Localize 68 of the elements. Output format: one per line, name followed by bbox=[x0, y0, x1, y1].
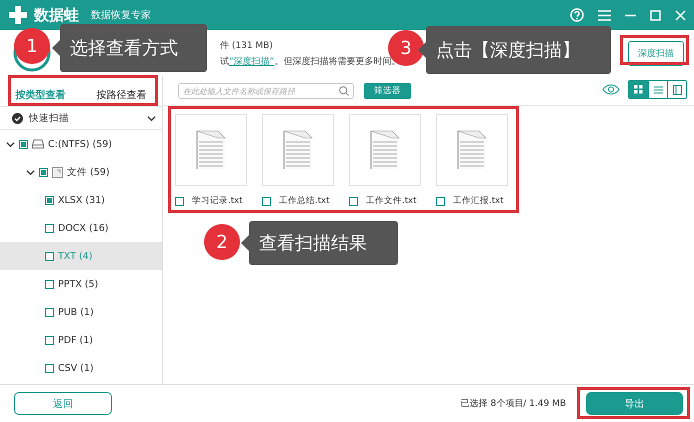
chevron-icon[interactable] bbox=[6, 140, 15, 148]
callout-tooltip: 选择查看方式 bbox=[60, 24, 207, 72]
scan-size-text: 件 (131 MB) bbox=[220, 40, 274, 52]
tree-item-label[interactable]: C:(NTFS) (59) bbox=[48, 138, 112, 150]
deep-scan-link[interactable]: “深度扫描” bbox=[229, 56, 274, 66]
tree-item-label[interactable]: PPTX (5) bbox=[58, 278, 98, 290]
panel-icon bbox=[672, 84, 682, 94]
checkbox[interactable] bbox=[45, 308, 54, 316]
checkbox[interactable] bbox=[45, 252, 54, 260]
callout-tooltip: 查看扫描结果 bbox=[249, 221, 398, 265]
view-toggle[interactable] bbox=[629, 81, 648, 98]
checkbox[interactable] bbox=[39, 168, 48, 176]
callout-pointer bbox=[418, 42, 426, 58]
search-field[interactable]: 在此处输入文件名称或保存路径 bbox=[178, 83, 354, 99]
selection-summary: 已选择 8个项目/ 1.49 MB bbox=[460, 398, 566, 410]
checkbox[interactable] bbox=[436, 196, 445, 206]
chevron-icon[interactable] bbox=[147, 114, 156, 122]
close-icon[interactable] bbox=[675, 10, 686, 20]
tree-item-label[interactable]: PDF (1) bbox=[58, 334, 93, 346]
view-tab[interactable]: 按路径查看 bbox=[96, 88, 146, 102]
text-file-icon bbox=[283, 130, 313, 170]
checkbox[interactable] bbox=[45, 224, 54, 232]
checkbox[interactable] bbox=[45, 364, 54, 372]
checkbox[interactable] bbox=[45, 280, 54, 288]
text-file-icon bbox=[370, 130, 400, 170]
grid-icon bbox=[634, 85, 643, 94]
file-name: 工作总结.txt bbox=[279, 195, 330, 207]
checkbox[interactable] bbox=[262, 196, 271, 206]
file-name: 工作文件.txt bbox=[366, 195, 416, 207]
drive-icon bbox=[32, 139, 44, 149]
list-icon bbox=[654, 86, 662, 94]
step-badge: 1 bbox=[14, 28, 50, 64]
view-toggle[interactable] bbox=[667, 81, 686, 98]
callout-pointer bbox=[241, 235, 249, 251]
tree-item-label[interactable]: CSV (1) bbox=[58, 362, 94, 374]
checkbox[interactable] bbox=[19, 140, 28, 148]
text-file-icon bbox=[457, 130, 487, 170]
cross-logo-icon bbox=[8, 5, 28, 25]
search-icon[interactable] bbox=[339, 86, 349, 96]
step-badge: 2 bbox=[204, 224, 240, 260]
maximize-icon[interactable] bbox=[650, 10, 661, 20]
file-thumbnail[interactable] bbox=[436, 114, 508, 186]
file-thumbnail[interactable] bbox=[262, 114, 334, 186]
callout-pointer bbox=[52, 40, 60, 56]
text-file-icon bbox=[196, 130, 226, 170]
tree-item-label[interactable]: XLSX (31) bbox=[58, 194, 105, 206]
help-icon[interactable] bbox=[570, 8, 584, 22]
checkbox[interactable] bbox=[175, 196, 184, 206]
app-name: 数据蛙 bbox=[34, 6, 79, 24]
highlight-frame bbox=[620, 35, 689, 65]
tree-item-label[interactable]: DOCX (16) bbox=[58, 222, 108, 234]
document-icon bbox=[52, 166, 63, 178]
callout-tooltip: 点击【深度扫描】 bbox=[426, 26, 611, 74]
chevron-icon[interactable] bbox=[26, 168, 35, 176]
minimize-icon[interactable] bbox=[625, 14, 636, 16]
checkbox[interactable] bbox=[45, 336, 54, 344]
checkbox[interactable] bbox=[45, 196, 54, 204]
file-name: 学习记录.txt bbox=[192, 195, 242, 207]
tree-item-label[interactable]: 文件 (59) bbox=[67, 166, 110, 178]
scan-mode-label: 快速扫描 bbox=[29, 112, 69, 124]
eye-icon[interactable] bbox=[602, 84, 620, 95]
tree-item-label[interactable]: PUB (1) bbox=[58, 306, 94, 318]
menu-icon[interactable] bbox=[598, 10, 611, 20]
file-name: 工作汇报.txt bbox=[453, 195, 504, 207]
file-thumbnail[interactable] bbox=[175, 114, 247, 186]
file-thumbnail[interactable] bbox=[349, 114, 421, 186]
checkbox[interactable] bbox=[349, 196, 358, 206]
app-subtitle: 数据恢复专家 bbox=[91, 8, 151, 22]
